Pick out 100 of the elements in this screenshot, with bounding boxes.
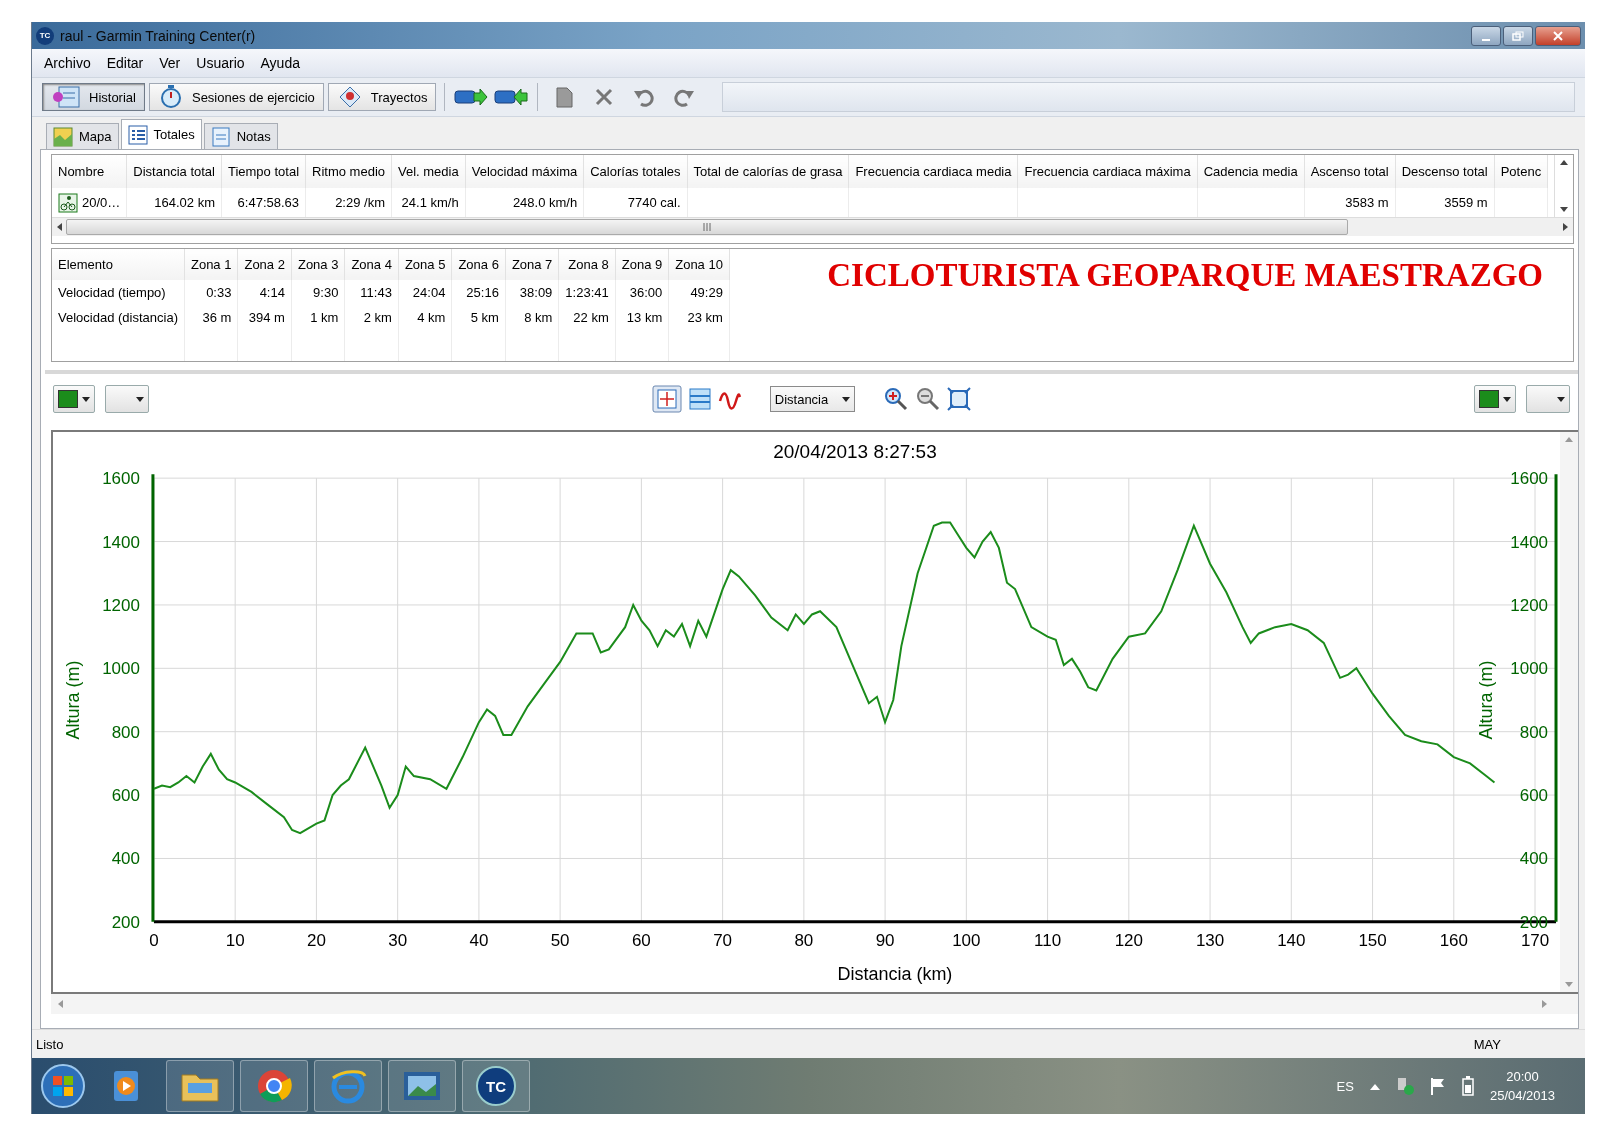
column-header[interactable]: Frecuencia cardiaca media: [848, 155, 1018, 189]
windows-orb-icon: [40, 1063, 86, 1109]
view-button[interactable]: Historial: [42, 83, 145, 111]
history-icon: [51, 85, 81, 109]
clock-time[interactable]: 20:00: [1506, 1069, 1539, 1084]
language-indicator[interactable]: ES: [1336, 1078, 1354, 1094]
table-cell: 5 km: [470, 310, 499, 326]
y-tick-label: 800: [1519, 722, 1548, 742]
note-icon: [210, 126, 231, 147]
color-dropdown[interactable]: [53, 385, 95, 413]
column-header[interactable]: Ascenso total: [1304, 155, 1396, 189]
restore-button[interactable]: [1503, 25, 1533, 46]
column-header[interactable]: Vel. media: [391, 155, 466, 189]
menu-item[interactable]: Archivo: [36, 55, 99, 71]
column-header[interactable]: Frecuencia cardiaca máxima: [1018, 155, 1198, 189]
column-header[interactable]: Zona 10: [668, 249, 730, 280]
view-button[interactable]: Sesiones de ejercicio: [148, 83, 324, 111]
y-tick-label: 1400: [1510, 532, 1548, 552]
x-tick-label: 120: [1114, 930, 1143, 950]
column-header[interactable]: Zona 8: [558, 249, 616, 280]
column-header[interactable]: Distancia total: [126, 155, 222, 189]
right-arrow-icon: [1542, 1000, 1548, 1008]
column-header[interactable]: Potenc: [1494, 155, 1548, 189]
column-header[interactable]: Total de calorías de grasa: [687, 155, 849, 189]
dropdown[interactable]: [105, 385, 149, 413]
x-tick-label: 160: [1439, 930, 1468, 950]
clock-date[interactable]: 25/04/2013: [1489, 1088, 1555, 1103]
browser-button[interactable]: [240, 1060, 308, 1112]
column-header[interactable]: Velocidad máxima: [465, 155, 584, 189]
column-header[interactable]: Nombre: [52, 155, 127, 189]
x-tick-label: 90: [875, 930, 895, 950]
axis-dropdown[interactable]: Distancia: [769, 386, 856, 412]
folder-button[interactable]: [166, 1060, 234, 1112]
column-header[interactable]: Cadencia media: [1197, 155, 1305, 189]
y-tick-label: 1000: [102, 659, 140, 679]
column-header[interactable]: Descenso total: [1395, 155, 1495, 189]
table-cell: 2:29 /km: [335, 195, 385, 211]
start-button[interactable]: [38, 1061, 88, 1111]
table-cell: 20/0…: [82, 195, 121, 211]
x-tick-label: 170: [1520, 930, 1550, 950]
x-tick-label: 0: [149, 930, 159, 950]
tab[interactable]: Mapa: [46, 123, 119, 149]
table-cell: 6:47:58.63: [237, 195, 300, 211]
caps-lock-indicator: MAY: [1473, 1036, 1501, 1052]
globe-button[interactable]: [314, 1060, 382, 1112]
horizontal-scrollbar[interactable]: [52, 217, 1573, 236]
taskbar-app-button[interactable]: TC: [462, 1060, 530, 1112]
dropdown[interactable]: [1526, 385, 1570, 413]
battery-icon[interactable]: [1461, 1076, 1474, 1096]
table-cell: 3583 m: [1345, 195, 1389, 211]
list-icon: [127, 124, 148, 145]
menu-item[interactable]: Editar: [98, 55, 152, 71]
tab[interactable]: Notas: [203, 123, 278, 149]
table-cell: 13 km: [626, 310, 663, 326]
photo-viewer-button[interactable]: [388, 1060, 456, 1112]
horizontal-scrollbar[interactable]: [51, 994, 1578, 1014]
tab[interactable]: Totales: [120, 119, 202, 149]
crosshair-icon[interactable]: [651, 385, 682, 413]
zoom-out-icon[interactable]: [915, 386, 942, 412]
table-cell: 24.1 km/h: [401, 195, 459, 211]
menu-item[interactable]: Usuario: [188, 55, 253, 71]
vertical-scrollbar[interactable]: [1560, 432, 1578, 992]
column-header[interactable]: Zona 6: [451, 249, 506, 280]
column-header[interactable]: Zona 2: [237, 249, 292, 280]
minimize-icon: [1482, 38, 1490, 41]
grip-icon: [702, 223, 712, 231]
right-arrow-icon: [1563, 223, 1569, 231]
status-text: Listo: [36, 1036, 64, 1052]
column-header[interactable]: Zona 7: [505, 249, 559, 280]
column-header[interactable]: Tiempo total: [221, 155, 306, 189]
column-header[interactable]: Zona 1: [184, 249, 238, 280]
delete-icon: [594, 87, 615, 107]
column-header[interactable]: Zona 4: [344, 249, 399, 280]
column-header[interactable]: Zona 9: [615, 249, 669, 280]
fit-icon[interactable]: [947, 387, 972, 411]
column-header[interactable]: Zona 3: [291, 249, 345, 280]
y-tick-label: 800: [111, 722, 140, 742]
network-icon[interactable]: [1395, 1076, 1414, 1096]
y-tick-label: 200: [111, 912, 140, 932]
table-cell: 22 km: [573, 310, 609, 326]
zoom-in-icon[interactable]: [883, 386, 910, 412]
color-dropdown[interactable]: [1474, 385, 1516, 413]
view-button[interactable]: Trayectos: [327, 83, 437, 111]
table-cell: 0:33: [206, 284, 232, 300]
show-hidden-icons-icon[interactable]: [1369, 1082, 1380, 1090]
column-header[interactable]: Calorías totales: [583, 155, 688, 189]
x-tick-label: 60: [631, 930, 651, 950]
column-header[interactable]: Elemento: [52, 249, 185, 280]
table-cell: 8 km: [524, 310, 553, 326]
close-button[interactable]: [1535, 25, 1581, 46]
down-arrow-icon: [1565, 982, 1573, 988]
column-header[interactable]: Ritmo medio: [305, 155, 392, 189]
layout-icon[interactable]: [687, 387, 712, 411]
menu-item[interactable]: Ayuda: [252, 55, 308, 71]
menu-item[interactable]: Ver: [151, 55, 189, 71]
column-header[interactable]: Zona 5: [398, 249, 452, 280]
caret-icon: [1557, 396, 1565, 402]
flag-icon[interactable]: [1429, 1077, 1446, 1095]
x-tick-label: 10: [225, 930, 245, 950]
minimize-button[interactable]: [1471, 25, 1501, 46]
